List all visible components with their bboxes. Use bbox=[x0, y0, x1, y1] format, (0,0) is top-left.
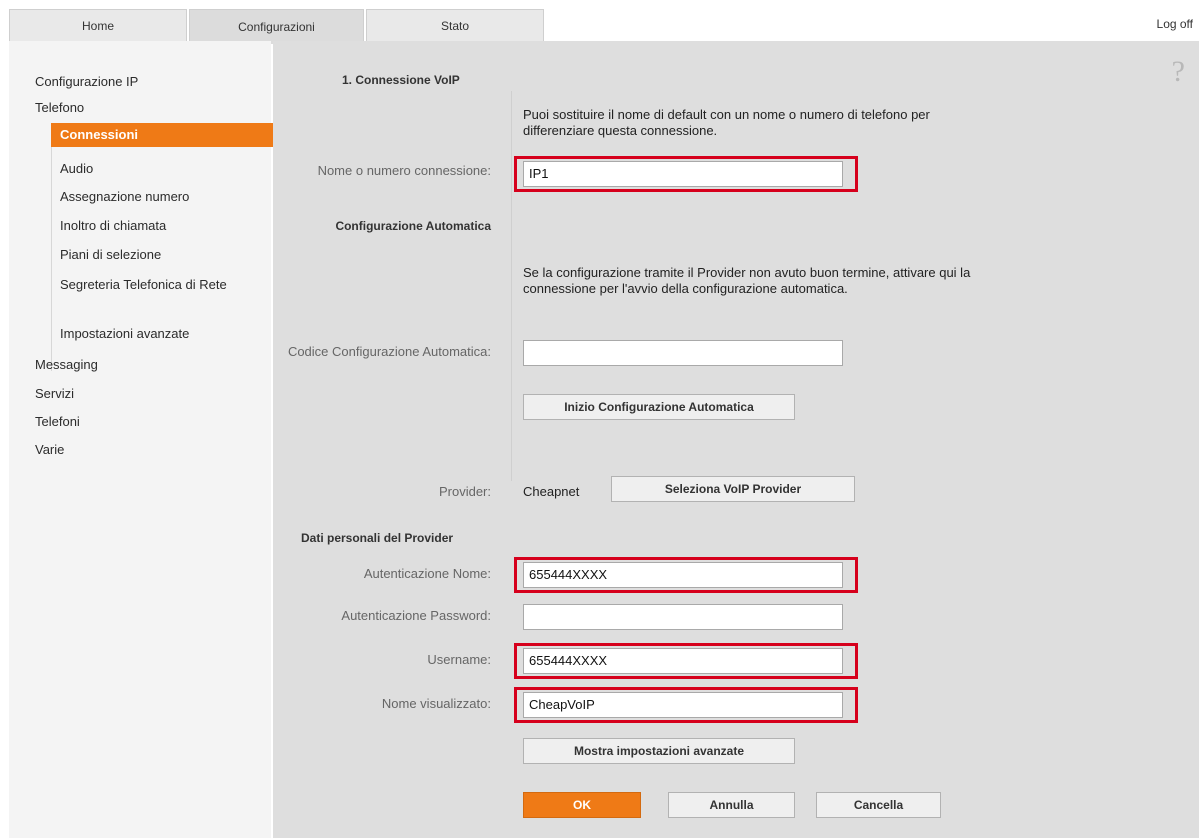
ok-button[interactable]: OK bbox=[523, 792, 641, 818]
tab-home[interactable]: Home bbox=[9, 9, 187, 41]
sidebar-item-configurazione-ip[interactable]: Configurazione IP bbox=[35, 74, 138, 89]
sidebar-item-segreteria-telefonica[interactable]: Segreteria Telefonica di Rete bbox=[60, 277, 235, 292]
sidebar-item-impostazioni-avanzate[interactable]: Impostazioni avanzate bbox=[60, 326, 189, 341]
label-auto-config-code: Codice Configurazione Automatica: bbox=[287, 344, 491, 359]
submenu-divider bbox=[51, 147, 52, 371]
connection-name-input[interactable]: IP1 bbox=[523, 161, 843, 187]
section-title-dati-provider: Dati personali del Provider bbox=[301, 531, 454, 545]
tab-stato[interactable]: Stato bbox=[366, 9, 544, 41]
description-auto-config: Se la configurazione tramite il Provider… bbox=[523, 265, 971, 296]
show-advanced-settings-button[interactable]: Mostra impostazioni avanzate bbox=[523, 738, 795, 764]
auto-config-code-input[interactable] bbox=[523, 340, 843, 366]
form-divider bbox=[511, 91, 512, 481]
username-input[interactable]: 655444XXXX bbox=[523, 648, 843, 674]
help-question-icon[interactable]: ? bbox=[1172, 55, 1185, 89]
top-tab-bar: Home Configurazioni Stato Log off bbox=[0, 0, 1199, 44]
sidebar-item-audio[interactable]: Audio bbox=[60, 161, 93, 176]
auth-password-input[interactable] bbox=[523, 604, 843, 630]
section-title-connessione-voip: 1. Connessione VoIP bbox=[342, 73, 460, 87]
label-provider: Provider: bbox=[438, 484, 491, 499]
sidebar-item-servizi[interactable]: Servizi bbox=[35, 386, 74, 401]
label-username: Username: bbox=[427, 652, 491, 667]
sidebar-item-varie[interactable]: Varie bbox=[35, 442, 64, 457]
label-configurazione-automatica: Configurazione Automatica bbox=[335, 219, 491, 233]
display-name-input[interactable]: CheapVoIP bbox=[523, 692, 843, 718]
sidebar-item-inoltro-chiamata[interactable]: Inoltro di chiamata bbox=[60, 218, 166, 233]
sidebar-item-connessioni[interactable]: Connessioni bbox=[51, 123, 280, 147]
label-display-name: Nome visualizzato: bbox=[381, 696, 491, 711]
label-auth-password: Autenticazione Password: bbox=[341, 608, 491, 623]
logoff-link[interactable]: Log off bbox=[1157, 17, 1193, 31]
label-auth-name: Autenticazione Nome: bbox=[363, 566, 491, 581]
cancella-button[interactable]: Cancella bbox=[816, 792, 941, 818]
sidebar: Configurazione IP Telefono Connessioni A… bbox=[9, 41, 280, 838]
sidebar-item-messaging[interactable]: Messaging bbox=[35, 357, 98, 372]
main-panel: ? 1. Connessione VoIP Puoi sostituire il… bbox=[273, 41, 1199, 838]
sidebar-item-telefoni[interactable]: Telefoni bbox=[35, 414, 80, 429]
sidebar-item-assegnazione-numero[interactable]: Assegnazione numero bbox=[60, 189, 189, 204]
provider-value: Cheapnet bbox=[523, 484, 580, 499]
auth-name-input[interactable]: 655444XXXX bbox=[523, 562, 843, 588]
sidebar-item-piani-selezione[interactable]: Piani di selezione bbox=[60, 247, 230, 262]
tab-configurazioni[interactable]: Configurazioni bbox=[189, 9, 364, 44]
select-voip-provider-button[interactable]: Seleziona VoIP Provider bbox=[611, 476, 855, 502]
description-connection-name: Puoi sostituire il nome di default con u… bbox=[523, 107, 930, 138]
start-auto-config-button[interactable]: Inizio Configurazione Automatica bbox=[523, 394, 795, 420]
sidebar-item-telefono[interactable]: Telefono bbox=[35, 100, 84, 115]
label-connection-name: Nome o numero connessione: bbox=[317, 163, 491, 178]
annulla-button[interactable]: Annulla bbox=[668, 792, 795, 818]
